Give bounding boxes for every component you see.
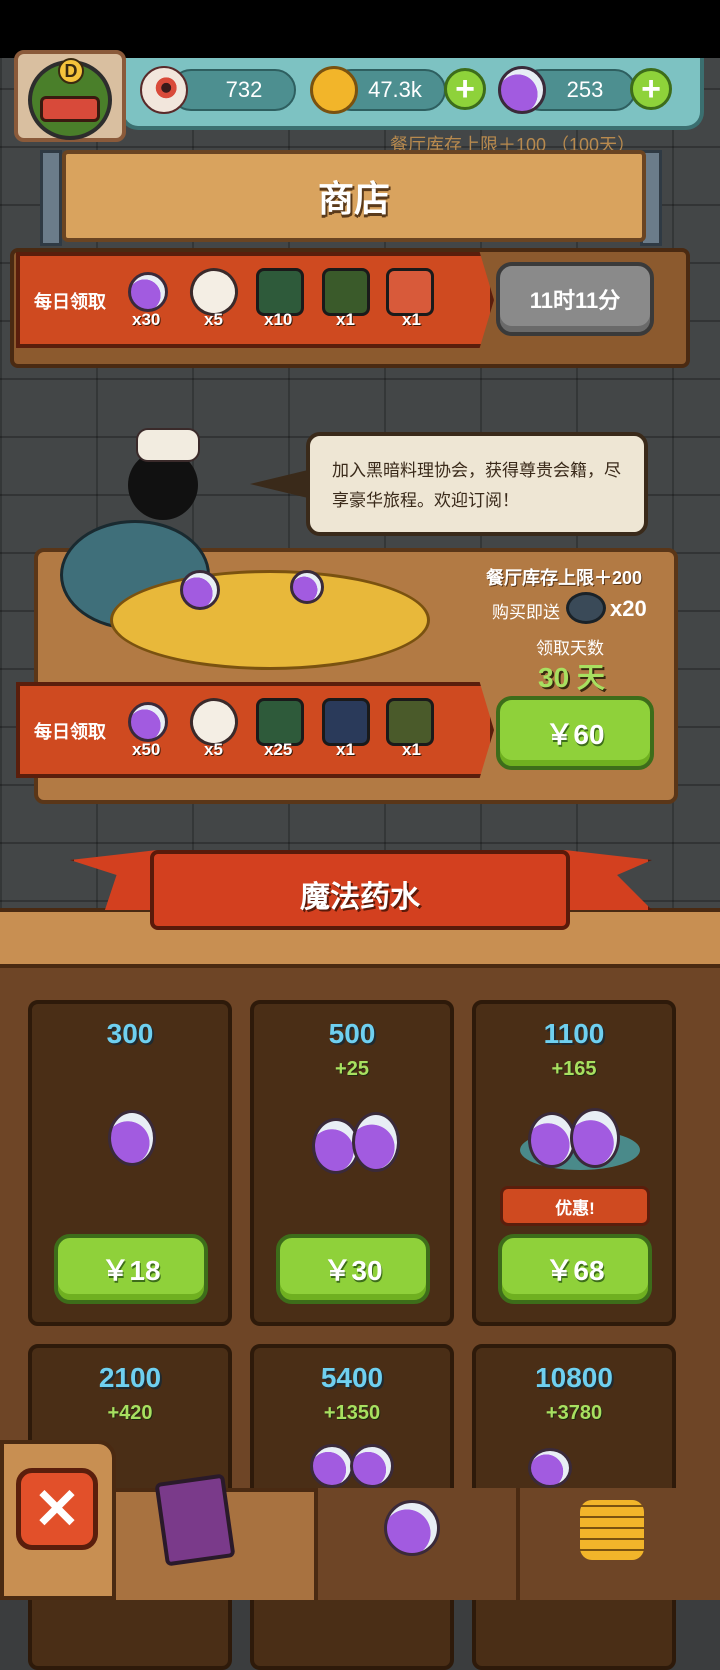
gift-qty: x20: [610, 596, 647, 621]
buy-button[interactable]: ￥30: [276, 1234, 430, 1304]
pack-bonus: +25: [335, 1058, 369, 1080]
pack-bonus: +165: [551, 1058, 597, 1080]
potion-bottle-icon: [350, 1444, 394, 1488]
eyeball-counter: 732: [170, 69, 296, 111]
card-icon: [322, 698, 370, 746]
pan-icon: [566, 592, 606, 624]
discount-tag: 优惠!: [500, 1186, 650, 1226]
potion-bottle-icon: [310, 1444, 354, 1488]
potion-count: 253: [566, 77, 604, 102]
pack-amount: 2100: [98, 1362, 162, 1393]
buy-button[interactable]: ￥68: [498, 1234, 652, 1304]
daily-free-label: 每日领取: [34, 292, 106, 312]
stock-bonus-text: 餐厅库存上限＋200: [486, 568, 643, 588]
potion-bottle-icon: [528, 1448, 572, 1488]
card-pack-icon: [256, 698, 304, 746]
item-qty: x1: [336, 310, 355, 329]
item-qty: x25: [264, 740, 293, 759]
item-qty: x10: [264, 310, 293, 329]
pack-amount: 500: [328, 1018, 376, 1049]
pack-amount: 10800: [535, 1362, 613, 1393]
card-icon: [386, 268, 434, 316]
pack-bonus: +3780: [545, 1402, 603, 1424]
card-icon: [322, 268, 370, 316]
item-qty: x1: [402, 310, 421, 329]
speech-bubble: 加入黑暗料理协会，获得尊贵会籍，尽享豪华旅程。欢迎订阅！: [306, 432, 648, 536]
avatar-badge: D: [58, 58, 84, 84]
board-post-left: [40, 150, 62, 246]
add-gold-button[interactable]: +: [444, 68, 486, 110]
item-qty: x5: [204, 740, 223, 759]
eyeball-count: 732: [225, 77, 263, 102]
item-qty: x50: [132, 740, 161, 759]
pack-amount: 5400: [320, 1362, 384, 1393]
pack-bonus: +1350: [323, 1402, 381, 1424]
pack-amount: 300: [106, 1018, 154, 1049]
page-title: 商店: [317, 178, 390, 219]
daily-timer-button[interactable]: 11时11分: [496, 262, 654, 336]
buy-button[interactable]: ￥18: [54, 1234, 208, 1304]
item-qty: x1: [336, 740, 355, 759]
subscribe-button[interactable]: ￥60: [496, 696, 654, 770]
eyeball-icon: [140, 66, 188, 114]
potion-bottle-icon: [570, 1108, 620, 1168]
gift-label: 购买即送: [492, 603, 560, 622]
card-icon: [386, 698, 434, 746]
item-qty: x30: [132, 310, 161, 329]
gold-count: 47.3k: [368, 77, 422, 102]
card-pack-icon: [256, 268, 304, 316]
potion-icon: [128, 702, 168, 742]
item-qty: x5: [204, 310, 223, 329]
gold-stack-icon: [580, 1500, 644, 1560]
pack-bonus: +420: [107, 1402, 153, 1424]
potion-bottle-icon: [528, 1112, 576, 1168]
add-potion-button[interactable]: +: [630, 68, 672, 110]
potion-bottle-icon: [352, 1112, 400, 1172]
speech-bubble-tail: [250, 470, 308, 498]
gold-coin-icon: [310, 66, 358, 114]
potion-bottle-icon: [108, 1110, 156, 1166]
potion-icon: [498, 66, 546, 114]
section-title: 魔法药水: [300, 881, 420, 914]
days-value: 30 天: [538, 662, 605, 693]
card-deck-icon[interactable]: [154, 1473, 236, 1567]
item-qty: x1: [402, 740, 421, 759]
close-button[interactable]: ✕: [16, 1468, 98, 1550]
avatar-mouth-icon: [40, 96, 100, 122]
pack-amount: 1100: [543, 1018, 605, 1049]
potion-tab-icon: [384, 1500, 440, 1556]
subscription-daily-label: 每日领取: [34, 722, 106, 742]
potion-icon: [128, 272, 168, 312]
